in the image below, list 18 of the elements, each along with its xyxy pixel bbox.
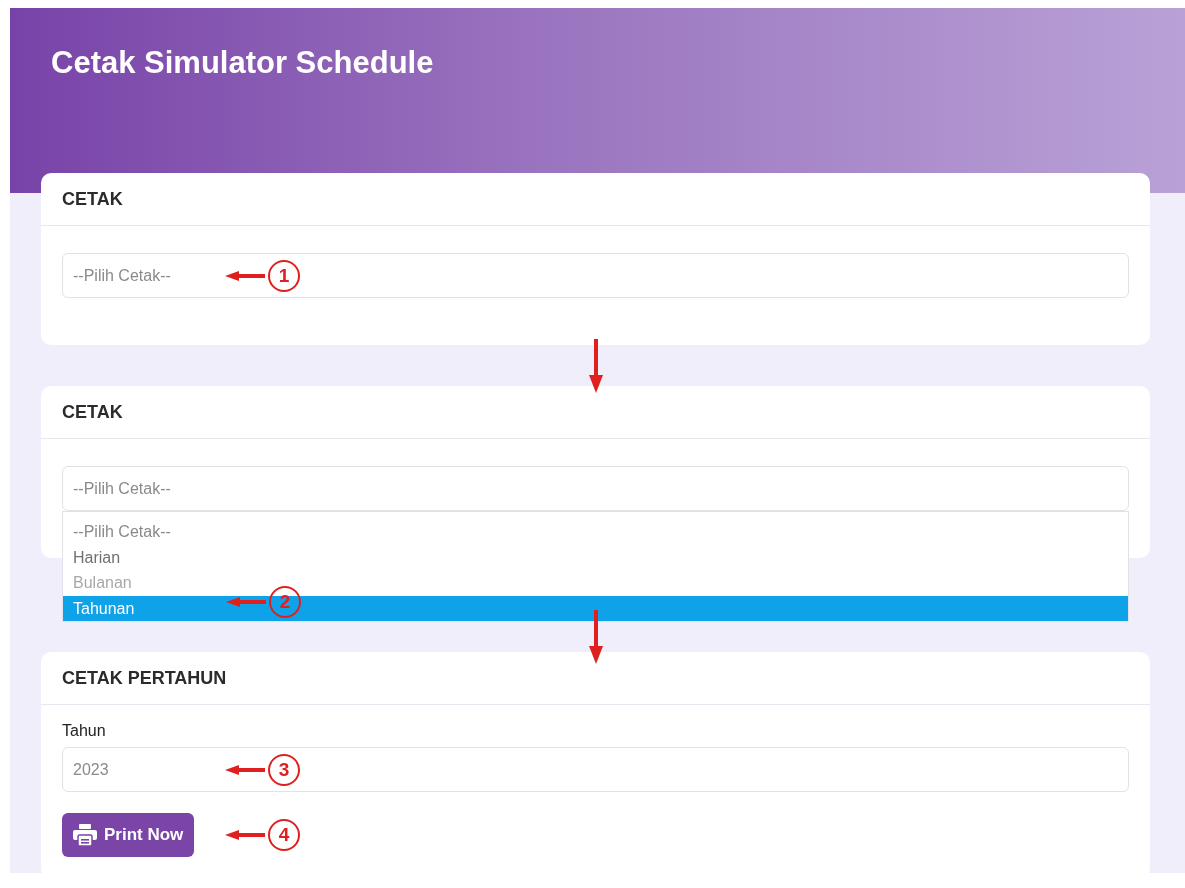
card-title: CETAK	[62, 401, 123, 423]
dropdown-option[interactable]: Harian	[63, 544, 1128, 570]
arrow-icon	[225, 764, 265, 775]
field-label: Tahun	[62, 722, 107, 740]
page-title: Cetak Simulator Schedule	[51, 44, 434, 81]
arrow-icon	[225, 270, 265, 281]
select-field[interactable]: --Pilih Cetak--	[62, 466, 1129, 511]
down-arrow-icon	[588, 610, 603, 664]
printer-icon	[73, 824, 97, 846]
down-arrow-icon	[588, 339, 603, 393]
arrow-icon	[225, 830, 265, 840]
dropdown-option[interactable]: --Pilih Cetak--	[63, 519, 1128, 545]
card-title: CETAK	[62, 188, 123, 210]
step-number: 2	[269, 585, 301, 618]
print-button[interactable]: Print Now	[62, 813, 195, 857]
arrow-icon	[226, 596, 266, 607]
step-number: 4	[268, 819, 300, 851]
card-title: CETAK PERTAHUN	[62, 667, 227, 689]
